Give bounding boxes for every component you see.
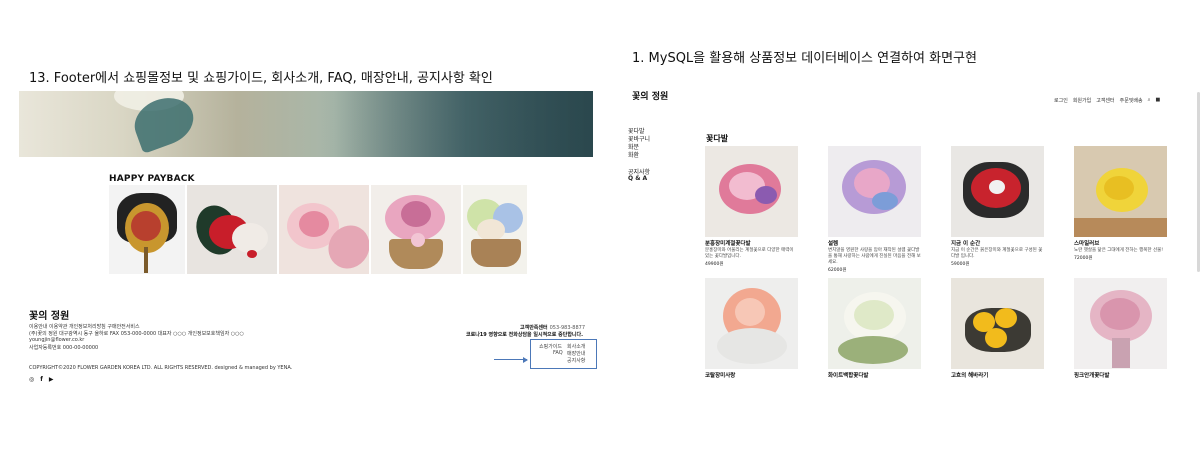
- footer-logo[interactable]: 꽃의 정원: [29, 307, 69, 322]
- product-card[interactable]: 화이트백합꽃다발: [828, 278, 921, 379]
- caption-left: 13. Footer에서 쇼핑몰정보 및 쇼핑가이드, 회사소개, FAQ, 매…: [29, 71, 493, 86]
- product-image[interactable]: [828, 146, 921, 237]
- product-price: 49900원: [705, 262, 724, 267]
- customer-center: 고객만족센터 053-983-8877: [520, 324, 585, 331]
- footer-link-box: 쇼핑가이드 회사소개 FAQ 매장안내 공지사항: [530, 339, 597, 369]
- link-about[interactable]: 회사소개: [567, 343, 585, 350]
- nav-order-shipping[interactable]: 주문및배송: [1120, 97, 1143, 104]
- product-image[interactable]: [1074, 146, 1167, 237]
- footer-policy-links[interactable]: 이용안내 이용약관 개인정보처리방침 구매안전서비스: [29, 323, 140, 330]
- product-desc: 변치않을 영원한 사랑을 맘아 재작된 설렘 꽃다발을 통해 사랑하는 사람에게…: [828, 248, 921, 265]
- facebook-icon[interactable]: f: [40, 376, 43, 383]
- footer-company-info: (주)꽃의 정원 대구광역시 동구 율하로 FAX 053-000-0000 대…: [29, 331, 244, 337]
- product-image[interactable]: [828, 278, 921, 369]
- top-nav: 로그인 회원가입 고객센터 주문및배송 ⌕ ■: [1054, 97, 1160, 104]
- product-price: 59000원: [951, 262, 970, 267]
- link-shopping-guide[interactable]: 쇼핑가이드: [539, 343, 562, 350]
- nav-customer-center[interactable]: 고객센터: [1096, 97, 1114, 104]
- product-desc: 지금 이 순간은 붉은장미와 계절꽃으로 구성된 꽃다발 입니다.: [951, 248, 1043, 259]
- product-card[interactable]: 핑크안개꽃다발: [1074, 278, 1167, 379]
- product-name[interactable]: 지금 이 순간: [951, 239, 1044, 247]
- link-faq[interactable]: FAQ: [553, 350, 563, 356]
- sns-icons: ◎ f ▶: [29, 376, 54, 383]
- product-desc: 노란 햇살을 닮은 그대에게 전하는 행복한 선물!: [1074, 248, 1164, 253]
- payback-image-red-roses[interactable]: [187, 185, 277, 274]
- product-price: 62000원: [828, 268, 847, 273]
- payback-image-pink-roses[interactable]: [279, 185, 369, 274]
- annotation-arrow-head: [523, 357, 528, 363]
- product-image[interactable]: [951, 146, 1044, 237]
- product-image[interactable]: [705, 278, 798, 369]
- footer-email: youngjin@flower.co.kr: [29, 337, 85, 343]
- nav-login[interactable]: 로그인: [1054, 97, 1068, 104]
- search-icon[interactable]: ⌕: [1148, 97, 1151, 104]
- product-card[interactable]: 지금 이 순간 지금 이 순간은 붉은장미와 계절꽃으로 구성된 꽃다발 입니다…: [951, 146, 1044, 267]
- section-title: 꽃다발: [706, 134, 729, 143]
- happy-payback-title: HAPPY PAYBACK: [109, 174, 195, 184]
- payback-image-wreath[interactable]: [109, 185, 185, 274]
- product-card[interactable]: 분홍장미계절꽃다발 분홍장미와 어울리는 계절꽃으로 다양한 매력이 있는 꽃다…: [705, 146, 798, 267]
- product-card[interactable]: 스마일러브 노란 햇살을 닮은 그대에게 전하는 행복한 선물! 72000원: [1074, 146, 1167, 261]
- nav-signup[interactable]: 회원가입: [1073, 97, 1091, 104]
- product-name[interactable]: 설렘: [828, 239, 921, 247]
- copyright: COPYRIGHT©2020 FLOWER GARDEN KOREA LTD. …: [29, 365, 293, 371]
- caption-right: 1. MySQL을 활용해 상품정보 데이터베이스 연결하여 화면구현: [632, 51, 977, 66]
- link-notice[interactable]: 공지사항: [567, 357, 585, 364]
- product-name[interactable]: 스마일러브: [1074, 239, 1167, 247]
- product-card[interactable]: 설렘 변치않을 영원한 사랑을 맘아 재작된 설렘 꽃다발을 통해 사랑하는 사…: [828, 146, 921, 273]
- sidebar-item-wreath[interactable]: 화환: [628, 150, 639, 159]
- product-price: 72000원: [1074, 256, 1093, 261]
- site-logo[interactable]: 꽃의 정원: [632, 89, 668, 102]
- product-image[interactable]: [951, 278, 1044, 369]
- product-desc: 분홍장미와 어울리는 계절꽃으로 다양한 매력이 있는 꽃다발입니다.: [705, 248, 794, 259]
- youtube-icon[interactable]: ▶: [49, 376, 54, 383]
- instagram-icon[interactable]: ◎: [29, 376, 34, 383]
- product-name[interactable]: 핑크안개꽃다발: [1074, 371, 1167, 379]
- footer-business-number: 사업자등록번호 000-00-00000: [29, 345, 99, 351]
- hero-banner: [19, 91, 593, 157]
- product-card[interactable]: 코랄장미사랑: [705, 278, 798, 379]
- product-name[interactable]: 고흐의 해바라기: [951, 371, 1044, 379]
- link-store-info[interactable]: 매장안내: [567, 350, 585, 357]
- payback-image-pink-basket[interactable]: [371, 185, 461, 274]
- product-name[interactable]: 분홍장미계절꽃다발: [705, 239, 798, 247]
- payback-gallery: [109, 185, 527, 274]
- scrollbar[interactable]: [1197, 92, 1200, 272]
- sidebar-item-qna[interactable]: Q & A: [628, 175, 647, 182]
- product-name[interactable]: 화이트백합꽃다발: [828, 371, 921, 379]
- cart-icon[interactable]: ■: [1155, 97, 1160, 104]
- corona-notice: 코로나19 영향으로 전화상담을 일시적으로 중단합니다.: [466, 332, 584, 338]
- product-card[interactable]: 고흐의 해바라기: [951, 278, 1044, 379]
- product-image[interactable]: [1074, 278, 1167, 369]
- payback-image-hydrangea-basket[interactable]: [463, 185, 527, 274]
- product-image[interactable]: [705, 146, 798, 237]
- product-name[interactable]: 코랄장미사랑: [705, 371, 798, 379]
